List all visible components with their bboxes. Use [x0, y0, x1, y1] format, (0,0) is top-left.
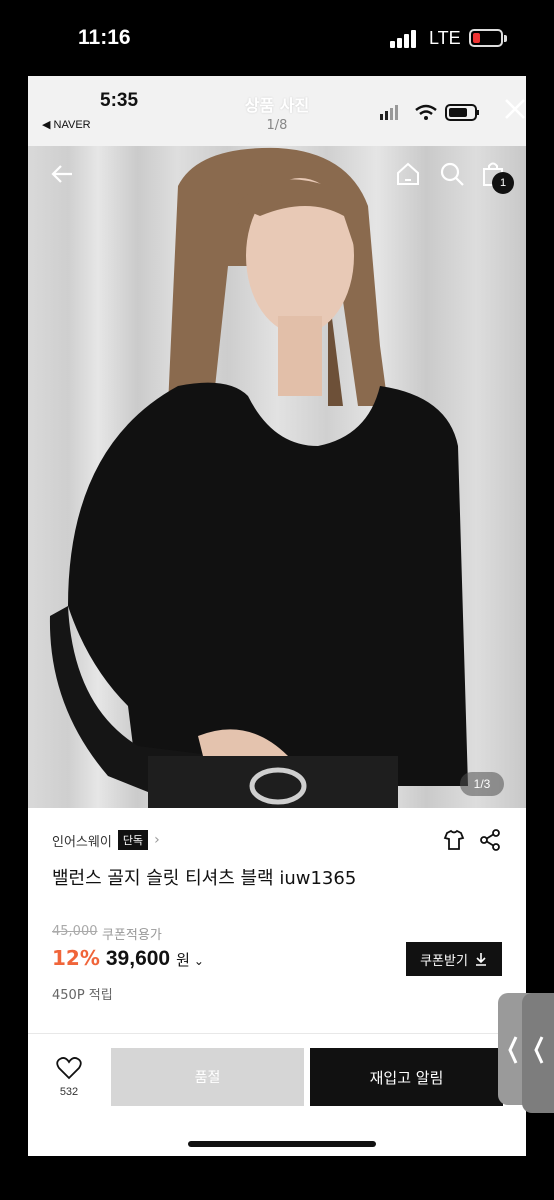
chevron-down-icon: ⌄	[193, 954, 204, 968]
network-type: LTE	[429, 28, 461, 48]
reward-points: 450P 적립	[52, 988, 113, 1003]
app-screen: 5:35 ◀ NAVER 상품 사진 1/8 1 1/3 인어스웨이 단독 › …	[28, 76, 526, 1156]
cellular-signal-icon	[390, 30, 416, 48]
viewer-header: 5:35 ◀ NAVER 상품 사진 1/8	[28, 76, 526, 146]
product-photo[interactable]: 1 1/3	[28, 146, 526, 808]
bottom-action-bar: 532 품절 재입고 알림	[28, 1033, 526, 1156]
brand-link[interactable]: 인어스웨이 단독 ›	[52, 828, 160, 852]
currency-label: 원	[176, 951, 190, 969]
coupon-button-label: 쿠폰받기	[420, 953, 468, 969]
search-icon[interactable]	[438, 160, 466, 188]
discount-rate: 12%	[52, 946, 100, 970]
heart-icon[interactable]	[56, 1056, 82, 1080]
hanger-icon[interactable]	[442, 828, 466, 852]
share-icon[interactable]	[478, 828, 502, 852]
download-icon	[475, 953, 486, 966]
home-icon[interactable]	[394, 160, 422, 188]
price-row[interactable]: 12% 39,600 원 ⌄	[52, 946, 204, 976]
home-indicator[interactable]	[188, 1141, 376, 1147]
close-icon[interactable]	[502, 94, 526, 124]
inner-status-icons	[380, 104, 479, 121]
exclusive-badge: 단독	[117, 830, 149, 850]
chevron-right-icon: ›	[154, 832, 160, 848]
get-coupon-button[interactable]: 쿠폰받기	[406, 942, 502, 976]
sale-price: 39,600	[105, 947, 171, 970]
model-photo	[49, 147, 468, 808]
side-panel-handle[interactable]	[498, 993, 554, 1113]
brand-name: 인어스웨이	[52, 834, 112, 850]
soldout-button[interactable]: 품절	[111, 1048, 304, 1106]
device-time: 11:16	[78, 26, 131, 49]
chevron-left-icon	[508, 1036, 544, 1064]
product-info: 인어스웨이 단독 › 밸런스 골지 슬릿 티셔츠 블랙 iuw1365 45,0…	[28, 808, 526, 1033]
image-counter: 1/3	[460, 772, 504, 796]
cart-count-badge: 1	[492, 172, 514, 194]
coupon-price-label: 쿠폰적용가	[102, 928, 162, 943]
like-count: 532	[59, 1086, 79, 1098]
original-price: 45,000	[52, 924, 98, 939]
restock-alert-button[interactable]: 재입고 알림	[310, 1048, 503, 1106]
battery-icon	[469, 29, 507, 47]
back-arrow-icon[interactable]	[48, 160, 76, 188]
device-status-bar: 11:16 LTE	[0, 0, 554, 76]
product-title: 밸런스 골지 슬릿 티셔츠 블랙 iuw1365	[52, 868, 357, 889]
